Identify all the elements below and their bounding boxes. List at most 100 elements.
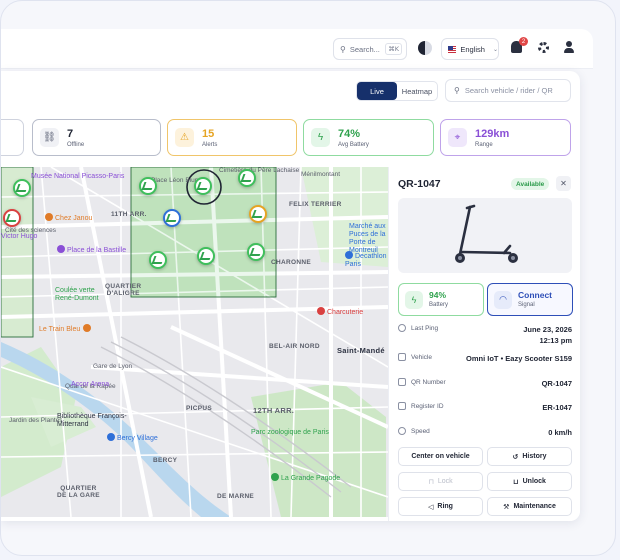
stat-card-battery[interactable]: ϟ 74% Avg Battery: [303, 119, 434, 156]
view-heatmap-button[interactable]: Heatmap: [397, 82, 437, 100]
us-flag-icon: [448, 45, 457, 53]
vehicle-pin-selected[interactable]: [194, 177, 212, 195]
clock-icon: [398, 324, 406, 332]
poi-shopping[interactable]: Bercy Village: [107, 433, 158, 443]
gear-icon[interactable]: [538, 42, 549, 53]
stat-value: 74%: [338, 127, 361, 140]
field-vehicle: Vehicle Omni IoT • Eazy Scooter S159: [398, 353, 572, 364]
vehicle-pin[interactable]: [3, 209, 21, 227]
map-district-label: BERCY: [153, 457, 178, 464]
stat-value: 7: [67, 127, 74, 140]
search-icon: ⚲: [454, 86, 460, 95]
signal-card: ◠ Connect Signal: [487, 283, 573, 316]
poi-library[interactable]: Bibliothèque François-Mitterrand: [57, 413, 127, 429]
vehicle-id-title: QR-1047: [398, 178, 441, 190]
global-search-input[interactable]: ⚲ Search... ⌘K: [333, 38, 407, 60]
wrench-icon: ⚒: [503, 502, 510, 511]
vehicle-pin[interactable]: [149, 251, 167, 269]
stat-card-offline[interactable]: ⛓ 7 Offline: [32, 119, 161, 156]
ring-button[interactable]: ◁ Ring: [398, 497, 483, 516]
vehicle-detail-panel: QR-1047 Available ✕ ϟ 94% Battery ◠ Conn…: [388, 167, 580, 521]
stat-label: Alerts: [202, 141, 218, 148]
restaurant-icon: [317, 307, 325, 315]
stat-card-partial[interactable]: [1, 119, 24, 156]
stat-label: Offline: [67, 141, 85, 148]
poi-restaurant[interactable]: Le Train Bleu: [39, 324, 93, 334]
vehicle-pin[interactable]: [238, 169, 256, 187]
speed-value: 0 km/h: [548, 428, 572, 437]
poi-museum[interactable]: Victor Hugo: [1, 233, 37, 241]
stat-card-alerts[interactable]: ⚠ 15 Alerts: [167, 119, 297, 156]
speaker-icon: ◁: [428, 502, 434, 511]
top-bar: ⚲ Search... ⌘K English ⌄ 2: [1, 29, 593, 69]
poi-park[interactable]: Parc zoologique de Paris: [251, 429, 329, 437]
unlock-icon: ⊔: [513, 477, 519, 486]
map-district-label: CHARONNE: [271, 259, 311, 266]
maintenance-button[interactable]: ⚒ Maintenance: [487, 497, 572, 516]
lock-button[interactable]: ⊓ Lock: [398, 472, 483, 491]
poi-shopping[interactable]: Decathlon Paris: [345, 251, 388, 269]
center-on-vehicle-button[interactable]: Center on vehicle: [398, 447, 483, 466]
vehicle-pin[interactable]: [247, 243, 265, 261]
landmark-icon: [57, 245, 65, 253]
close-icon[interactable]: ✕: [556, 176, 571, 191]
map-district-label: PICPUS: [186, 405, 213, 412]
map-district-label: 11TH ARR.: [111, 211, 147, 218]
map-place-label: Gare de Lyon: [93, 363, 133, 370]
last-ping-time: 12:13 pm: [539, 336, 572, 345]
poi-park[interactable]: Coulée verte René-Dumont: [55, 287, 115, 303]
field-speed: Speed 0 km/h: [398, 427, 572, 438]
shopping-icon: [107, 433, 115, 441]
warning-icon: ⚠: [175, 128, 194, 147]
battery-label: Battery: [429, 302, 449, 308]
unlock-button[interactable]: ⊔ Unlock: [487, 472, 572, 491]
vehicle-search-input[interactable]: [464, 86, 565, 95]
history-button[interactable]: ↺ History: [487, 447, 572, 466]
global-search-placeholder: Search...: [349, 44, 380, 54]
landmark-icon: [271, 473, 279, 481]
link-off-icon: ⛓: [40, 128, 59, 147]
map-place-label: Jardin des Plantes: [9, 417, 63, 424]
app-frame: ⚲ Search... ⌘K English ⌄ 2 Live Heatmap …: [0, 0, 616, 556]
language-label: English: [460, 44, 485, 54]
chevron-down-icon: ⌄: [492, 45, 498, 53]
vehicle-pin[interactable]: [13, 179, 31, 197]
bolt-icon: ϟ: [311, 128, 330, 147]
map-district-label: QUARTIER DE LA GARE: [57, 485, 100, 499]
map-place-label: Saint-Mandé: [337, 346, 385, 355]
poi-restaurant[interactable]: Chez Janou: [45, 213, 92, 223]
vehicle-pin[interactable]: [139, 177, 157, 195]
field-register-id: Register ID ER-1047: [398, 402, 572, 413]
qr-number-value: QR-1047: [541, 379, 572, 388]
poi-landmark[interactable]: Place de la Bastille: [57, 245, 126, 255]
stat-label: Range: [475, 141, 493, 148]
vehicle-pin[interactable]: [197, 247, 215, 265]
stat-card-range[interactable]: ⌖ 129km Range: [440, 119, 571, 156]
view-live-button[interactable]: Live: [357, 82, 397, 100]
view-toggle: Live Heatmap: [356, 81, 438, 101]
restaurant-icon: [83, 324, 92, 332]
user-icon[interactable]: [564, 41, 574, 53]
stat-value: 129km: [475, 127, 510, 140]
status-badge: Available: [511, 178, 550, 190]
map-district-label: DE MARNE: [217, 493, 255, 500]
poi-venue[interactable]: Accor Arena: [71, 381, 109, 389]
signal-value: Connect: [518, 290, 552, 300]
language-select[interactable]: English ⌄: [441, 38, 499, 60]
poi-landmark[interactable]: La Grande Pagode: [271, 473, 340, 483]
poi-restaurant[interactable]: Charcuterie: [317, 307, 363, 317]
signal-label: Signal: [518, 302, 535, 308]
live-map[interactable]: 11TH ARR. FELIX TERRIER CHARONNE QUARTIE…: [1, 167, 388, 517]
vehicle-pin[interactable]: [249, 205, 267, 223]
bolt-icon: ϟ: [405, 290, 423, 309]
stat-value: 15: [202, 127, 215, 140]
scooter-icon: [455, 204, 518, 263]
poi-museum[interactable]: Musée National Picasso-Paris: [31, 173, 124, 181]
stat-label: Avg Battery: [338, 141, 369, 148]
vehicle-pin[interactable]: [163, 209, 181, 227]
scooter-image: [398, 198, 572, 273]
theme-toggle-icon[interactable]: [418, 41, 432, 55]
map-place-label: Place Léon Blum: [151, 177, 201, 184]
shopping-icon: [345, 251, 353, 259]
map-place-label: Ménilmontant: [301, 171, 341, 178]
